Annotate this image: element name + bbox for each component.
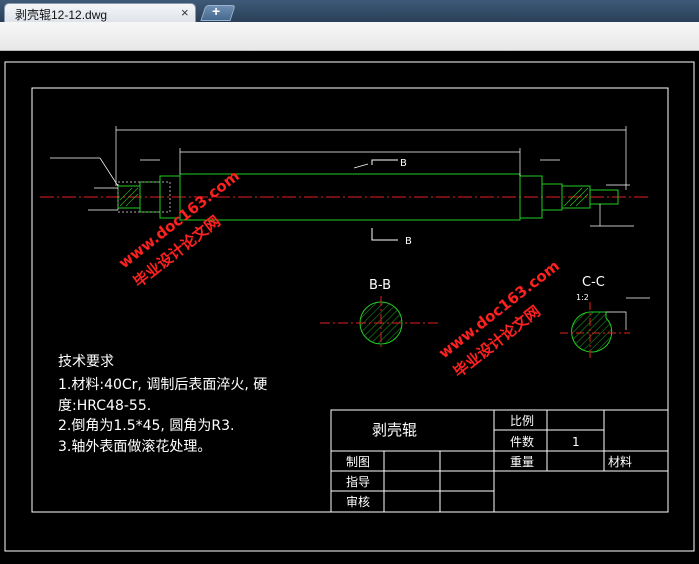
watermark-left: www.doc163.com 毕业设计论文网 — [115, 167, 243, 291]
cut-label-top: B — [400, 158, 407, 169]
scale-label: 比例 — [510, 414, 534, 428]
cad-drawing: B B B-B C-C 1:2 技术要求 1.材料:40Cr, 调制后表面淬火,… — [4, 61, 695, 552]
section-bb-label: B-B — [369, 278, 391, 293]
weight-label: 重量 — [510, 455, 534, 469]
tab-bar: 剥壳辊12-12.dwg × + — [0, 0, 699, 22]
drawing-canvas[interactable]: B B B-B C-C 1:2 技术要求 1.材料:40Cr, 调制后表面淬火,… — [0, 51, 699, 564]
part-name: 剥壳辊 — [372, 421, 417, 439]
tech-req-line3: 2.倒角为1.5*45, 圆角为R3. — [58, 418, 234, 434]
cut-label-bottom: B — [405, 236, 412, 247]
qty-value: 1 — [572, 435, 580, 449]
dimension-lines — [50, 126, 634, 227]
cut-plane-b — [371, 159, 398, 241]
tech-req-line2: 度:HRC48-55. — [58, 398, 151, 414]
tech-req-heading: 技术要求 — [58, 354, 114, 370]
tab-title: 剥壳辊12-12.dwg — [15, 8, 108, 22]
section-cc-scale: 1:2 — [576, 293, 589, 302]
qty-label: 件数 — [510, 434, 534, 449]
tech-req-line1: 1.材料:40Cr, 调制后表面淬火, 硬 — [58, 377, 267, 393]
close-tab-icon[interactable]: × — [181, 5, 189, 20]
guide-label: 指导 — [346, 474, 370, 489]
review-label: 审核 — [346, 494, 370, 509]
document-tab[interactable]: 剥壳辊12-12.dwg × — [4, 3, 196, 22]
section-cc-label: C-C — [582, 275, 605, 290]
tech-req-line4: 3.轴外表面做滚花处理。 — [58, 438, 211, 455]
plus-icon[interactable]: + — [212, 3, 220, 19]
drawn-by-label: 制图 — [346, 455, 370, 469]
section-bb-view — [320, 296, 438, 350]
watermark-right: www.doc163.com 毕业设计论文网 — [435, 257, 563, 381]
material-label: 材料 — [608, 455, 632, 469]
section-cc-view — [560, 297, 650, 360]
toolbar — [0, 22, 699, 51]
technical-requirements: 技术要求 1.材料:40Cr, 调制后表面淬火, 硬 度:HRC48-55. 2… — [58, 354, 267, 455]
